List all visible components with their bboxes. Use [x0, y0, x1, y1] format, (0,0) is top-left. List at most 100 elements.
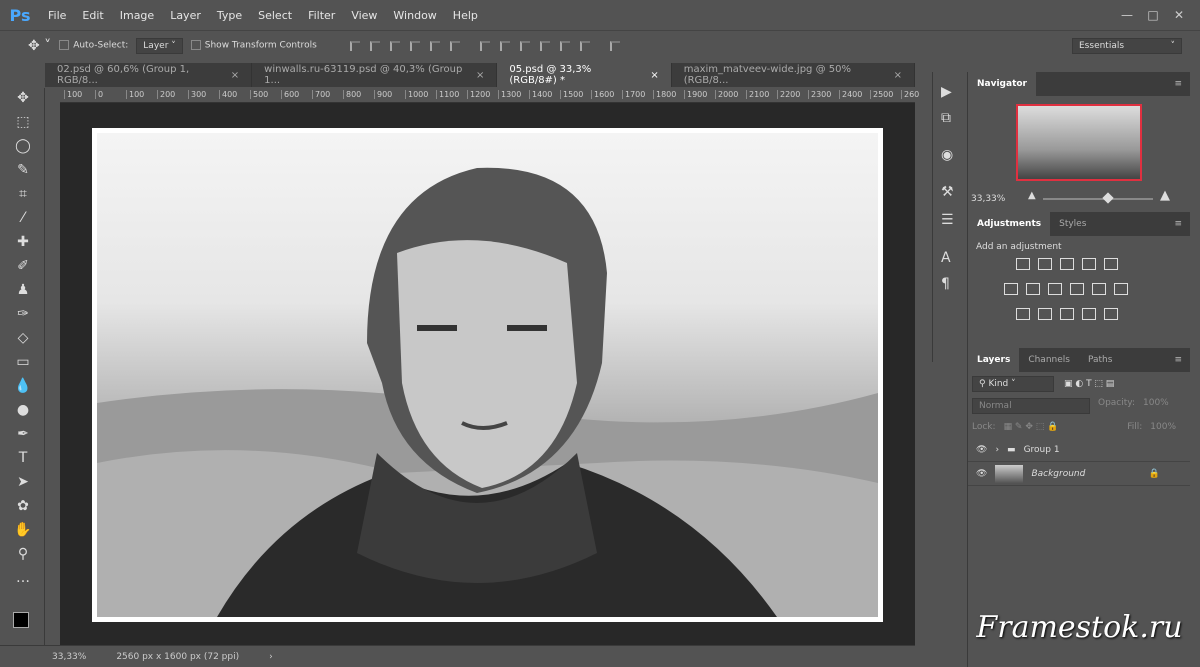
watermark: Framestok.ru [976, 610, 1183, 645]
gradient-tool-icon[interactable]: ▭ [13, 352, 33, 372]
minimize-button[interactable]: — [1114, 8, 1140, 22]
adjustments-tab[interactable]: Adjustments [968, 212, 1051, 236]
filter-icons[interactable]: ▣ ◐ T ⬚ ▤ [1064, 379, 1114, 389]
color-icon[interactable]: ◉ [941, 147, 953, 163]
tab-05-psd[interactable]: 05.psd @ 33,3% (RGB/8#) * × [497, 63, 672, 87]
menu-file[interactable]: File [40, 9, 74, 22]
menu-layer[interactable]: Layer [162, 9, 209, 22]
paths-tab[interactable]: Paths [1079, 348, 1121, 372]
path-select-icon[interactable]: ➤ [13, 472, 33, 492]
crop-tool-icon[interactable]: ⌗ [13, 184, 33, 204]
menu-filter[interactable]: Filter [300, 9, 343, 22]
close-tab-icon[interactable]: × [476, 70, 484, 81]
layers-tab[interactable]: Layers [968, 348, 1020, 372]
foreground-color[interactable] [13, 612, 29, 628]
brush-icon[interactable]: ⚒ [941, 184, 954, 200]
align-buttons[interactable] [345, 40, 625, 51]
history-brush-icon[interactable]: ✑ [13, 304, 33, 324]
layer-name: Background [1031, 468, 1086, 479]
ruler-tick-label: 1700 [622, 90, 645, 99]
zoom-in-icon[interactable]: ▲ [1160, 188, 1170, 203]
document-canvas[interactable] [92, 128, 883, 622]
auto-select-dropdown[interactable]: Layer ˅ [136, 37, 183, 54]
move-tool-icon[interactable]: ✥ [13, 88, 33, 108]
options-bar: ✥ ˅ Auto-Select: Layer ˅ Show Transform … [0, 30, 1200, 60]
hand-tool-icon[interactable]: ✋ [13, 520, 33, 540]
navigator-thumbnail[interactable] [1016, 104, 1142, 181]
portrait-sketch [97, 167, 878, 617]
marquee-tool-icon[interactable]: ⬚ [13, 112, 33, 132]
menu-select[interactable]: Select [250, 9, 300, 22]
layer-filter-dropdown[interactable]: ⚲ Kind ˅ [972, 376, 1054, 392]
close-tab-icon[interactable]: × [231, 70, 239, 81]
toolbar: ✥ ⬚ ◯ ✎ ⌗ ⁄ ✚ ✐ ♟ ✑ ◇ ▭ 💧 ● ✒ T ➤ ✿ ✋ ⚲ … [0, 88, 45, 645]
panel-menu-icon[interactable]: ≡ [1174, 355, 1182, 365]
blend-mode-dropdown[interactable]: Normal [972, 398, 1090, 414]
tab-winwalls[interactable]: winwalls.ru-63119.psd @ 40,3% (Group 1..… [252, 63, 498, 87]
menu-edit[interactable]: Edit [74, 9, 111, 22]
layer-row-group-1[interactable]: 👁 › ▬ Group 1 [968, 438, 1190, 462]
quick-select-tool-icon[interactable]: ✎ [13, 160, 33, 180]
panel-menu-icon[interactable]: ≡ [1174, 79, 1182, 89]
lock-icons[interactable]: ▦ ✎ ✥ ⬚ 🔒 [1004, 422, 1059, 432]
lasso-tool-icon[interactable]: ◯ [13, 136, 33, 156]
zoom-tool-icon[interactable]: ⚲ [13, 544, 33, 564]
auto-select-checkbox[interactable]: Auto-Select: [59, 40, 128, 51]
tab-02-psd[interactable]: 02.psd @ 60,6% (Group 1, RGB/8... × [45, 63, 253, 87]
blur-tool-icon[interactable]: 💧 [13, 376, 33, 396]
stamp-tool-icon[interactable]: ♟ [13, 280, 33, 300]
brush-tool-icon[interactable]: ✐ [13, 256, 33, 276]
menu-view[interactable]: View [343, 9, 385, 22]
status-menu-arrow[interactable]: › [269, 652, 273, 662]
more-tools-icon[interactable]: … [13, 568, 33, 588]
navigator-tab[interactable]: Navigator [968, 72, 1036, 96]
character-icon[interactable]: A [941, 250, 951, 266]
ruler-tick-label: 1200 [467, 90, 490, 99]
paragraph-icon[interactable]: ¶ [941, 276, 950, 292]
visibility-eye-icon[interactable]: 👁 [976, 445, 987, 455]
type-tool-icon[interactable]: T [13, 448, 33, 468]
menu-bar: Ps File Edit Image Layer Type Select Fil… [0, 0, 1200, 30]
photoshop-logo: Ps [9, 5, 31, 25]
adjustment-icons-row-2[interactable] [976, 283, 1182, 298]
fill-field[interactable]: 100% [1150, 422, 1176, 432]
move-tool-icon[interactable]: ✥ ˅ [28, 38, 51, 54]
layer-row-background[interactable]: 👁 Background 🔒 [968, 462, 1190, 486]
canvas-area[interactable] [60, 103, 915, 645]
visibility-eye-icon[interactable]: 👁 [976, 469, 987, 479]
navigator-zoom-slider[interactable] [1043, 192, 1153, 204]
adjustment-icons-row-3[interactable] [976, 308, 1182, 323]
show-transform-checkbox[interactable]: Show Transform Controls [190, 40, 317, 51]
styles-tab[interactable]: Styles [1050, 212, 1095, 236]
close-tab-icon[interactable]: × [894, 70, 902, 81]
ruler-tick-label: 400 [219, 90, 237, 99]
dodge-tool-icon[interactable]: ● [13, 400, 33, 420]
menu-image[interactable]: Image [112, 9, 162, 22]
shape-tool-icon[interactable]: ✿ [13, 496, 33, 516]
play-icon[interactable]: ▶ [941, 84, 952, 100]
workspace-dropdown[interactable]: Essentials ˅ [1072, 37, 1182, 54]
navigator-zoom[interactable]: 33,33% [971, 194, 1005, 204]
status-zoom[interactable]: 33,33% [52, 652, 86, 662]
panel-menu-icon[interactable]: ≡ [1174, 219, 1182, 229]
menu-help[interactable]: Help [445, 9, 486, 22]
healing-tool-icon[interactable]: ✚ [13, 232, 33, 252]
opacity-field[interactable]: 100% [1143, 398, 1169, 414]
close-button[interactable]: ✕ [1166, 8, 1192, 22]
history-icon[interactable]: ⧉ [941, 110, 951, 126]
close-tab-icon[interactable]: × [650, 70, 658, 81]
zoom-out-icon[interactable]: ▲ [1028, 190, 1036, 201]
maximize-button[interactable]: □ [1140, 8, 1166, 22]
expand-chevron-icon[interactable]: › [995, 445, 999, 455]
ruler-tick-label: 100 [126, 90, 144, 99]
channels-tab[interactable]: Channels [1019, 348, 1079, 372]
properties-icon[interactable]: ☰ [941, 212, 954, 228]
menu-type[interactable]: Type [209, 9, 250, 22]
pen-tool-icon[interactable]: ✒ [13, 424, 33, 444]
eraser-tool-icon[interactable]: ◇ [13, 328, 33, 348]
eyedropper-tool-icon[interactable]: ⁄ [13, 208, 33, 228]
ruler-tick-label: 1400 [529, 90, 552, 99]
menu-window[interactable]: Window [385, 9, 444, 22]
tab-maxim-matveev[interactable]: maxim_matveev-wide.jpg @ 50% (RGB/8... × [672, 63, 915, 87]
adjustment-icons-row-1[interactable] [976, 258, 1182, 273]
